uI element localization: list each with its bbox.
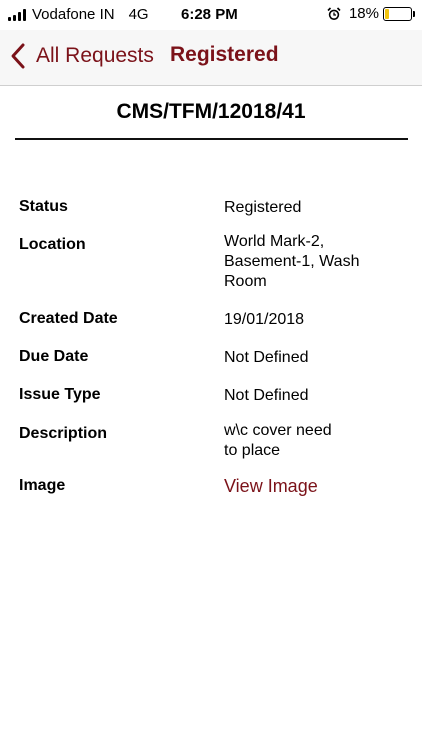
issue-type-value: Not Defined xyxy=(224,387,309,404)
description-line: to place xyxy=(224,442,281,459)
status-bar-right: 18% xyxy=(327,5,415,22)
request-id: CMS/TFM/12018/41 xyxy=(116,100,306,123)
clock: 6:28 PM xyxy=(181,6,238,23)
network-type: 4G xyxy=(128,6,149,23)
due-date-label: Due Date xyxy=(19,348,89,365)
header-divider xyxy=(15,138,408,140)
navigation-bar: All Requests Registered xyxy=(0,30,422,86)
description-line: w\c cover need xyxy=(224,422,332,439)
view-image-link[interactable]: View Image xyxy=(224,476,409,496)
issue-type-label: Issue Type xyxy=(19,386,101,403)
battery-percent: 18% xyxy=(348,5,379,22)
status-value: Registered xyxy=(224,199,302,216)
due-date-value: Not Defined xyxy=(224,349,309,366)
location-label: Location xyxy=(19,236,86,253)
status-bar: Vodafone IN 4G 6:28 PM 18% xyxy=(0,0,422,30)
status-bar-left: Vodafone IN 4G xyxy=(8,6,149,23)
chevron-left-icon xyxy=(11,43,25,69)
location-line: Room xyxy=(224,273,267,290)
created-date-label: Created Date xyxy=(19,310,118,327)
carrier-name: Vodafone IN xyxy=(32,6,115,23)
alarm-icon xyxy=(327,6,341,20)
created-date-value: 19/01/2018 xyxy=(224,311,305,328)
status-label: Status xyxy=(19,198,68,215)
location-line: World Mark-2, xyxy=(224,233,325,250)
description-value: w\c cover need to place xyxy=(224,421,409,461)
image-label: Image xyxy=(19,477,66,494)
description-label: Description xyxy=(19,425,108,442)
signal-icon xyxy=(8,8,26,21)
back-button-label: All Requests xyxy=(36,44,154,67)
battery-icon xyxy=(383,6,415,21)
back-button[interactable]: All Requests xyxy=(10,42,154,70)
location-value: World Mark-2, Basement-1, Wash Room xyxy=(224,232,409,292)
location-line: Basement-1, Wash xyxy=(224,253,360,270)
page-title: Registered xyxy=(170,43,279,66)
